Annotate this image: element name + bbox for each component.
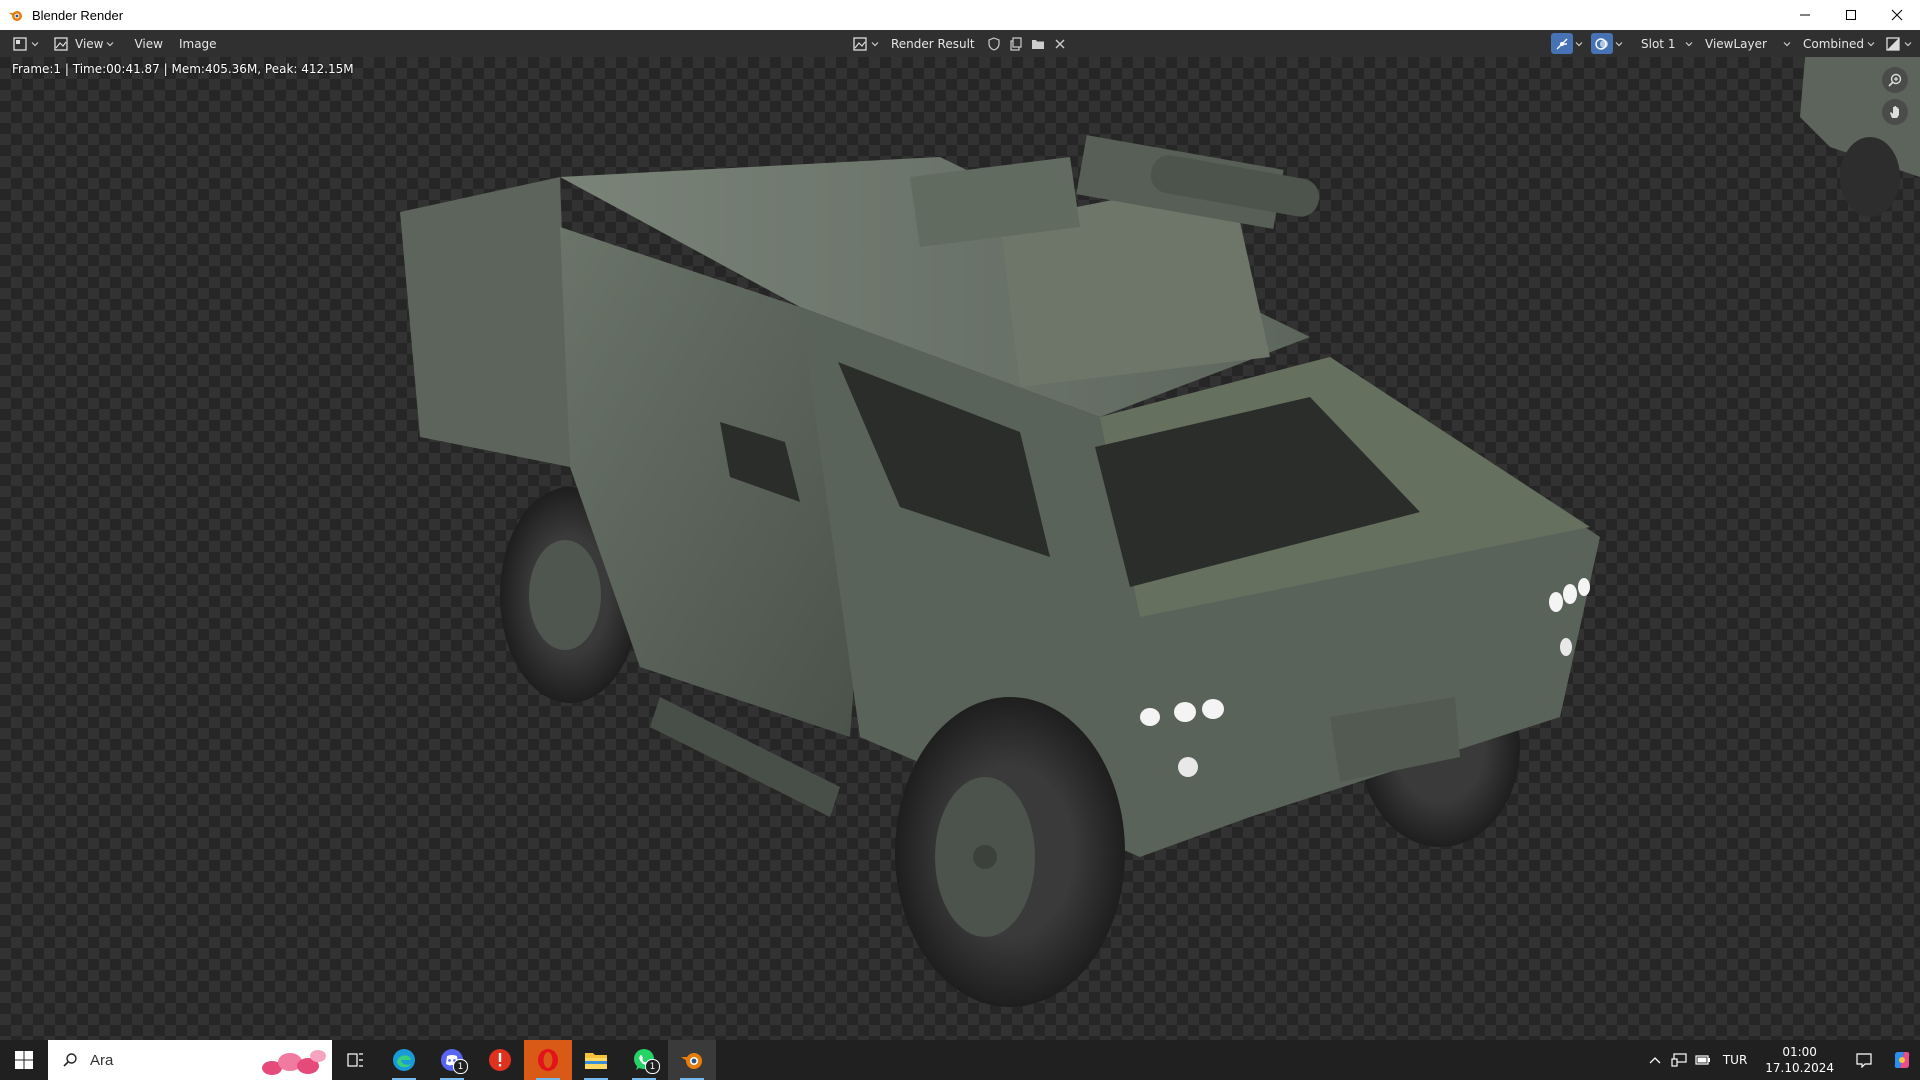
notifications-button[interactable]	[1844, 1040, 1884, 1080]
chevron-down-icon[interactable]	[1575, 40, 1583, 48]
taskbar-opera[interactable]	[524, 1040, 572, 1080]
color-alpha-icon	[1886, 36, 1900, 51]
render-pass-label: Combined	[1803, 36, 1864, 51]
overlay-icon	[1595, 37, 1608, 50]
chevron-up-icon	[1649, 1057, 1661, 1064]
navigation-gizmo	[1882, 67, 1908, 125]
view-layer-label: ViewLayer	[1705, 36, 1767, 51]
taskbar-alert-app[interactable]	[476, 1040, 524, 1080]
discord-badge: 1	[453, 1059, 468, 1074]
maximize-button[interactable]	[1828, 0, 1874, 30]
menu-image[interactable]: Image	[171, 33, 225, 54]
taskbar-blender[interactable]	[668, 1040, 716, 1080]
blender-logo-icon	[9, 11, 22, 21]
search-icon	[63, 1053, 77, 1067]
maximize-icon	[1846, 10, 1856, 20]
windows-taskbar: Ara 1 1 TUR 01:00 17.10.2024	[0, 1040, 1920, 1080]
copilot-icon	[1894, 1052, 1910, 1068]
window-titlebar: Blender Render	[0, 0, 1920, 30]
windows-logo-icon	[15, 1051, 33, 1069]
render-pass-dropdown[interactable]: Combined	[1797, 33, 1881, 54]
folder-icon	[1031, 39, 1044, 49]
overlay-toggle[interactable]	[1591, 33, 1613, 54]
slot-dropdown[interactable]: Slot 1	[1635, 33, 1699, 54]
blender-icon	[681, 1053, 702, 1069]
new-image-button[interactable]	[1005, 33, 1027, 54]
taskbar-whatsapp[interactable]: 1	[620, 1040, 668, 1080]
start-button[interactable]	[0, 1040, 48, 1080]
zoom-icon	[1888, 73, 1902, 87]
view-layer-dropdown[interactable]: ViewLayer	[1699, 33, 1797, 54]
display-channels-dropdown[interactable]	[1881, 33, 1916, 54]
search-placeholder: Ara	[90, 1051, 114, 1069]
notification-icon	[1856, 1053, 1872, 1068]
network-icon	[1671, 1053, 1687, 1067]
system-tray: TUR 01:00 17.10.2024	[1643, 1040, 1920, 1080]
chevron-down-icon	[31, 41, 39, 46]
duplicate-icon	[1010, 36, 1022, 51]
browse-image-dropdown[interactable]	[848, 33, 883, 54]
fake-user-button[interactable]	[983, 33, 1005, 54]
edge-icon	[393, 1049, 415, 1071]
slot-label: Slot 1	[1641, 36, 1676, 51]
whatsapp-badge: 1	[645, 1059, 660, 1074]
chevron-down-icon[interactable]	[1615, 40, 1623, 48]
image-browse-icon	[853, 36, 867, 51]
view-mode-label: View	[75, 36, 104, 51]
render-result-image	[400, 57, 1920, 1007]
taskbar-search[interactable]: Ara	[48, 1040, 332, 1080]
folder-icon	[585, 1053, 607, 1069]
image-editor-icon	[13, 36, 27, 51]
battery-button[interactable]	[1691, 1040, 1715, 1080]
search-highlight-icon	[262, 1050, 326, 1075]
show-hidden-icons-button[interactable]	[1643, 1040, 1667, 1080]
shield-icon	[988, 36, 1000, 51]
view-mode-dropdown[interactable]: View	[49, 33, 118, 54]
chevron-down-icon	[1783, 41, 1791, 46]
minimize-icon	[1800, 14, 1810, 16]
network-button[interactable]	[1667, 1040, 1691, 1080]
clock-date: 17.10.2024	[1765, 1061, 1834, 1075]
alert-icon	[489, 1049, 511, 1071]
gizmo-toggle[interactable]	[1551, 33, 1573, 54]
render-stats: Frame:1 | Time:00:41.87 | Mem:405.36M, P…	[12, 62, 354, 76]
close-icon	[1055, 39, 1065, 48]
chevron-down-icon	[871, 41, 879, 46]
taskbar-discord[interactable]: 1	[428, 1040, 476, 1080]
chevron-down-icon	[107, 41, 114, 46]
window-title: Blender Render	[32, 7, 124, 23]
image-name-field[interactable]: Render Result	[883, 33, 983, 54]
input-language[interactable]: TUR	[1715, 1053, 1755, 1067]
zoom-button[interactable]	[1882, 67, 1908, 93]
opera-icon	[538, 1049, 558, 1071]
task-view-icon	[347, 1053, 363, 1067]
chevron-down-icon	[1904, 41, 1912, 46]
gizmo-icon	[1556, 38, 1568, 49]
taskbar-edge[interactable]	[380, 1040, 428, 1080]
pan-button[interactable]	[1882, 99, 1908, 125]
image-icon	[54, 36, 68, 51]
menu-view[interactable]: View	[126, 33, 170, 54]
close-button[interactable]	[1874, 0, 1920, 30]
battery-icon	[1695, 1055, 1710, 1065]
clock[interactable]: 01:00 17.10.2024	[1755, 1044, 1844, 1076]
image-editor-header: View View Image Render Result Slot 1 Vie…	[0, 30, 1920, 57]
minimize-button[interactable]	[1782, 0, 1828, 30]
editor-type-dropdown[interactable]	[8, 33, 43, 54]
chevron-down-icon	[1685, 41, 1693, 46]
task-view-button[interactable]	[332, 1040, 380, 1080]
copilot-button[interactable]	[1884, 1040, 1920, 1080]
taskbar-file-explorer[interactable]	[572, 1040, 620, 1080]
chevron-down-icon	[1867, 41, 1875, 46]
open-image-button[interactable]	[1027, 33, 1049, 54]
render-viewport[interactable]: Frame:1 | Time:00:41.87 | Mem:405.36M, P…	[0, 57, 1920, 1040]
close-icon	[1891, 9, 1903, 21]
unlink-image-button[interactable]	[1049, 33, 1071, 54]
hand-icon	[1890, 106, 1899, 118]
clock-time: 01:00	[1782, 1045, 1817, 1059]
